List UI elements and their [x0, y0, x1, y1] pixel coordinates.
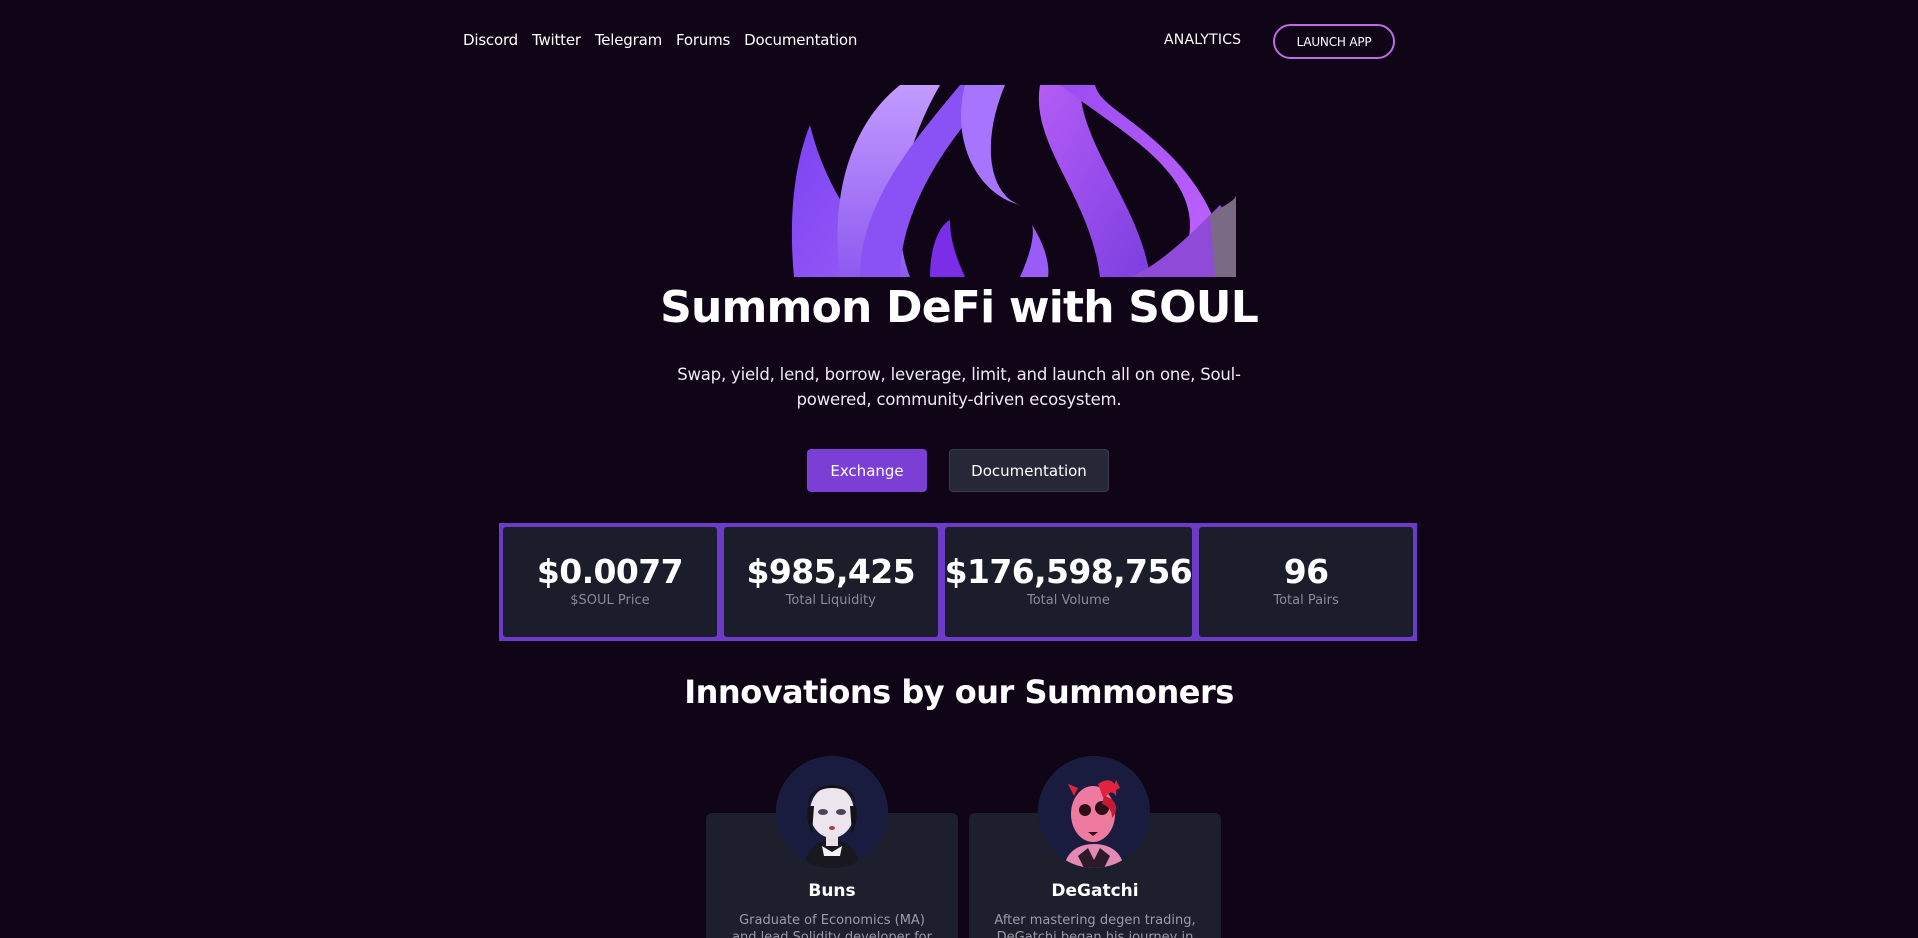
- avatar: [1038, 756, 1150, 868]
- stat-total-liquidity: $985,425 Total Liquidity: [723, 527, 938, 637]
- stats-panel: $0.0077 $SOUL Price $985,425 Total Liqui…: [499, 523, 1417, 641]
- hero-title: Summon DeFi with SOUL: [660, 282, 1259, 333]
- hero-subtitle: Swap, yield, lend, borrow, leverage, lim…: [677, 365, 1241, 409]
- stat-label: Total Liquidity: [785, 593, 876, 608]
- nav-link-forums[interactable]: Forums: [676, 31, 730, 49]
- summoner-bio: After mastering degen trading, DeGatchi …: [994, 913, 1196, 938]
- summoner-name: DeGatchi: [1051, 881, 1139, 901]
- nav-links: Discord Twitter Telegram Forums Document…: [463, 31, 871, 49]
- avatar: [776, 756, 888, 868]
- stat-value: $176,598,756: [944, 552, 1193, 591]
- stat-value: $0.0077: [536, 552, 684, 591]
- soul-flame-logo: [791, 85, 1236, 277]
- stat-total-volume: $176,598,756 Total Volume: [944, 527, 1193, 637]
- stat-label: Total Volume: [1026, 593, 1110, 608]
- stat-label: Total Pairs: [1273, 593, 1339, 608]
- exchange-button[interactable]: Exchange: [807, 449, 927, 492]
- stat-label: $SOUL Price: [570, 593, 650, 608]
- stat-value: $985,425: [746, 552, 916, 591]
- top-nav: Discord Twitter Telegram Forums Document…: [0, 0, 1918, 84]
- landing-page: Discord Twitter Telegram Forums Document…: [0, 0, 1918, 938]
- documentation-button[interactable]: Documentation: [949, 449, 1109, 492]
- nav-link-telegram[interactable]: Telegram: [595, 31, 662, 49]
- stat-soul-price: $0.0077 $SOUL Price: [503, 527, 717, 637]
- summoner-bio: Graduate of Economics (MA) and lead Soli…: [732, 913, 932, 938]
- nav-link-documentation[interactable]: Documentation: [744, 31, 857, 49]
- summoner-name: Buns: [808, 881, 856, 901]
- nav-link-twitter[interactable]: Twitter: [532, 31, 581, 49]
- stat-total-pairs: 96 Total Pairs: [1199, 527, 1413, 637]
- launch-app-button[interactable]: LAUNCH APP: [1273, 24, 1395, 59]
- section-title: Innovations by our Summoners: [684, 673, 1234, 711]
- nav-analytics-link[interactable]: ANALYTICS: [1164, 32, 1241, 48]
- nav-link-discord[interactable]: Discord: [463, 31, 518, 49]
- stat-value: 96: [1283, 552, 1329, 591]
